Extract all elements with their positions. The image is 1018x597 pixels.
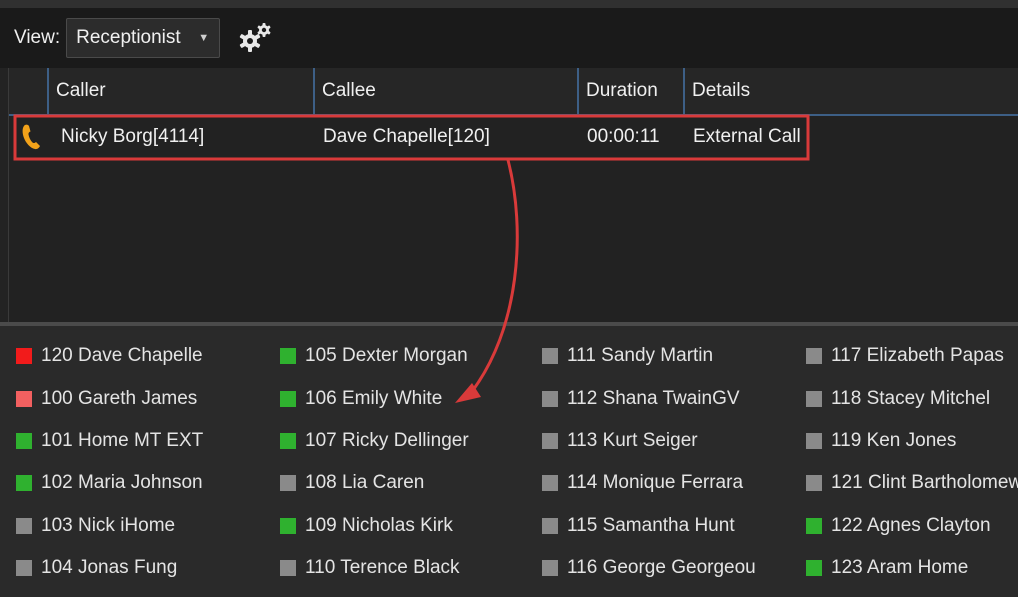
extension-item[interactable]: 102 Maria Johnson: [16, 462, 278, 504]
extension-item[interactable]: 122 Agnes Clayton: [806, 505, 1018, 547]
column-header-details[interactable]: Details: [683, 68, 1018, 114]
status-square-icon: [280, 517, 296, 534]
extension-label: 111 Sandy Martin: [567, 345, 714, 367]
extension-item[interactable]: 103 Nick iHome: [16, 505, 278, 547]
window-top-strip: [0, 0, 1018, 8]
extension-label: 109 Nicholas Kirk: [305, 514, 453, 536]
extension-item[interactable]: 101 Home MT EXT: [16, 420, 278, 462]
extension-label: 108 Lia Caren: [305, 472, 425, 494]
status-square-icon: [542, 517, 558, 534]
call-details: External Call: [693, 126, 801, 147]
extension-label: 101 Home MT EXT: [41, 429, 204, 451]
extension-label: 118 Stacey Mitchel: [831, 387, 991, 409]
status-square-icon: [280, 348, 296, 365]
status-square-icon: [16, 390, 32, 407]
extension-item[interactable]: 123 Aram Home: [806, 547, 1018, 589]
chevron-down-icon: ▼: [198, 32, 210, 44]
extension-item[interactable]: 110 Terence Black: [280, 547, 542, 589]
status-square-icon: [16, 560, 32, 577]
status-square-icon: [806, 432, 822, 449]
column-header-caller[interactable]: Caller: [47, 68, 315, 114]
extension-label: 106 Emily White: [305, 387, 443, 409]
status-square-icon: [542, 390, 558, 407]
extension-item[interactable]: 115 Samantha Hunt: [542, 505, 804, 547]
view-dropdown-value: Receptionist: [76, 27, 181, 48]
extension-label: 110 Terence Black: [305, 557, 460, 579]
extension-item[interactable]: 120 Dave Chapelle: [16, 335, 278, 377]
extension-label: 102 Maria Johnson: [41, 472, 203, 494]
status-square-icon: [806, 390, 822, 407]
status-square-icon: [806, 517, 822, 534]
extension-item[interactable]: 121 Clint Bartholomew: [806, 462, 1018, 504]
extension-label: 105 Dexter Morgan: [305, 345, 468, 367]
status-square-icon: [280, 432, 296, 449]
extension-item[interactable]: 100 Gareth James: [16, 377, 278, 419]
extension-label: 117 Elizabeth Papas: [831, 345, 1004, 367]
status-square-icon: [280, 390, 296, 407]
extension-label: 123 Aram Home: [831, 557, 969, 579]
calls-grid: Caller Callee Duration Details Nicky Bor…: [8, 68, 1018, 324]
call-caller: Nicky Borg[4114]: [61, 126, 205, 147]
status-square-icon: [806, 475, 822, 492]
extension-item[interactable]: 119 Ken Jones: [806, 420, 1018, 462]
status-square-icon: [542, 475, 558, 492]
status-square-icon: [542, 432, 558, 449]
status-square-icon: [806, 560, 822, 577]
column-header-callee[interactable]: Callee: [313, 68, 579, 114]
toolbar: View: Receptionist ▼: [0, 8, 1018, 68]
status-square-icon: [280, 475, 296, 492]
extension-label: 100 Gareth James: [41, 387, 198, 409]
extension-item[interactable]: 117 Elizabeth Papas: [806, 335, 1018, 377]
status-square-icon: [280, 560, 296, 577]
extension-item[interactable]: 113 Kurt Seiger: [542, 420, 804, 462]
extension-item[interactable]: 112 Shana TwainGV: [542, 377, 804, 419]
extension-label: 119 Ken Jones: [831, 429, 957, 451]
status-square-icon: [16, 432, 32, 449]
extension-label: 113 Kurt Seiger: [567, 429, 698, 451]
extension-item[interactable]: 105 Dexter Morgan: [280, 335, 542, 377]
extensions-column: 117 Elizabeth Papas 118 Stacey Mitchel 119…: [806, 335, 1018, 589]
extension-item[interactable]: 104 Jonas Fung: [16, 547, 278, 589]
extension-item[interactable]: 106 Emily White: [280, 377, 542, 419]
extension-item[interactable]: 116 George Georgeou: [542, 547, 804, 589]
phone-icon: [22, 124, 40, 150]
extension-label: 104 Jonas Fung: [41, 557, 178, 579]
extensions-panel: 120 Dave Chapelle 100 Gareth James 101 Hom…: [0, 326, 1018, 597]
status-square-icon: [542, 560, 558, 577]
extension-label: 107 Ricky Dellinger: [305, 429, 469, 451]
extension-label: 122 Agnes Clayton: [831, 514, 991, 536]
extension-item[interactable]: 108 Lia Caren: [280, 462, 542, 504]
extension-label: 121 Clint Bartholomew: [831, 472, 1018, 494]
status-square-icon: [806, 348, 822, 365]
gears-icon[interactable]: [236, 20, 276, 56]
extension-label: 103 Nick iHome: [41, 514, 176, 536]
extension-item[interactable]: 114 Monique Ferrara: [542, 462, 804, 504]
status-square-icon: [16, 517, 32, 534]
extension-label: 115 Samantha Hunt: [567, 514, 735, 536]
extension-label: 112 Shana TwainGV: [567, 387, 740, 409]
extensions-column: 105 Dexter Morgan 106 Emily White 107 Rick…: [280, 335, 542, 589]
extension-label: 116 George Georgeou: [567, 557, 756, 579]
status-square-icon: [16, 348, 32, 365]
call-row[interactable]: Nicky Borg[4114] Dave Chapelle[120] 00:0…: [9, 114, 1018, 160]
extension-item[interactable]: 107 Ricky Dellinger: [280, 420, 542, 462]
call-duration: 00:00:11: [587, 126, 660, 147]
extension-item[interactable]: 118 Stacey Mitchel: [806, 377, 1018, 419]
status-square-icon: [16, 475, 32, 492]
extension-label: 114 Monique Ferrara: [567, 472, 744, 494]
view-dropdown[interactable]: Receptionist ▼: [66, 18, 221, 58]
call-callee: Dave Chapelle[120]: [323, 126, 490, 147]
extensions-column: 111 Sandy Martin 112 Shana TwainGV 113 Kur…: [542, 335, 804, 589]
calls-grid-header: Caller Callee Duration Details: [9, 68, 1018, 116]
extension-item[interactable]: 109 Nicholas Kirk: [280, 505, 542, 547]
status-square-icon: [542, 348, 558, 365]
extension-label: 120 Dave Chapelle: [41, 345, 203, 367]
view-label: View:: [14, 27, 61, 48]
column-header-duration[interactable]: Duration: [577, 68, 683, 114]
extensions-column: 120 Dave Chapelle 100 Gareth James 101 Hom…: [16, 335, 278, 589]
extension-item[interactable]: 111 Sandy Martin: [542, 335, 804, 377]
